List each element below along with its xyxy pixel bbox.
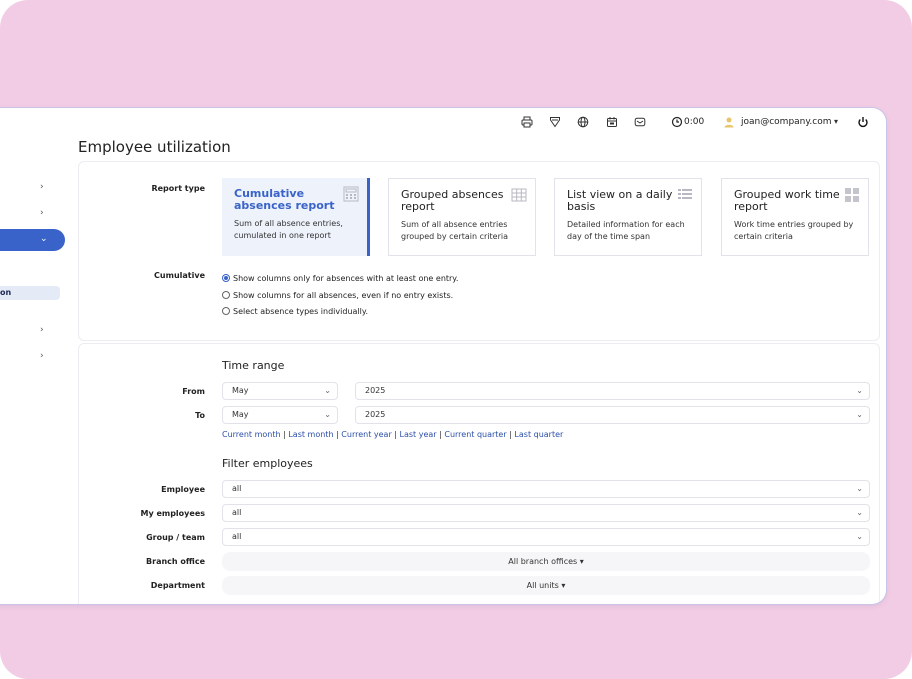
radio-unselected[interactable] (222, 307, 230, 315)
option-label: Show columns for all absences, even if n… (233, 291, 454, 300)
my-employees-select[interactable]: all ⌄ (222, 504, 870, 522)
mail-icon[interactable] (634, 116, 646, 128)
link-last-quarter[interactable]: Last quarter (514, 430, 563, 439)
chevron-down-icon: ⌄ (324, 386, 331, 395)
option-label: Show columns only for absences with at l… (233, 274, 459, 283)
link-last-year[interactable]: Last year (400, 430, 437, 439)
chevron-down-icon: ⌄ (856, 532, 863, 541)
sidebar-item-active[interactable]: ⌄ (0, 229, 65, 251)
employee-select[interactable]: all ⌄ (222, 480, 870, 498)
filter-employees-title: Filter employees (222, 457, 313, 470)
printer-icon[interactable] (521, 116, 533, 128)
select-value: May (232, 386, 249, 395)
background-frame: 0:00 joan@company.com ▾ › › ⌄ on › › Emp… (0, 0, 912, 679)
report-tile-cumulative[interactable]: Cumulative absences report Sum of all ab… (222, 178, 370, 256)
list-icon (677, 187, 693, 203)
cumulative-option-1[interactable]: Show columns only for absences with at l… (222, 273, 458, 284)
page-title: Employee utilization (78, 138, 231, 156)
calendar-icon[interactable] (606, 116, 618, 128)
report-tile-desc: Detailed information for each day of the… (567, 220, 685, 241)
user-email[interactable]: joan@company.com (741, 116, 832, 128)
sidebar-subitem-active[interactable]: on (0, 286, 60, 300)
from-label: From (182, 387, 205, 396)
report-tile-desc: Sum of all absence entries, cumulated in… (234, 219, 343, 240)
my-employees-label: My employees (140, 509, 205, 518)
table-icon (511, 187, 527, 203)
cumulative-option-2[interactable]: Show columns for all absences, even if n… (222, 290, 453, 301)
sidebar-expand-icon[interactable]: › (40, 325, 44, 335)
radio-unselected[interactable] (222, 291, 230, 299)
user-menu-caret-icon[interactable]: ▾ (834, 116, 846, 128)
app-window: 0:00 joan@company.com ▾ › › ⌄ on › › Emp… (0, 108, 886, 604)
select-value: 2025 (365, 410, 386, 419)
radio-selected[interactable] (222, 274, 230, 282)
calculator-icon (343, 186, 359, 202)
chevron-down-icon: ⌄ (856, 508, 863, 517)
report-tile-desc: Work time entries grouped by certain cri… (734, 220, 854, 241)
report-type-label: Report type (151, 184, 205, 193)
department-dropdown[interactable]: All units ▾ (222, 576, 870, 595)
caret-down-icon: ▾ (561, 581, 566, 590)
user-icon (723, 116, 735, 128)
report-tile-daily-list[interactable]: List view on a daily basis Detailed info… (554, 178, 702, 256)
group-team-select[interactable]: all ⌄ (222, 528, 870, 546)
department-label: Department (150, 581, 205, 590)
link-last-month[interactable]: Last month (288, 430, 333, 439)
option-label: Select absence types individually. (233, 307, 368, 316)
chevron-down-icon: ⌄ (40, 234, 48, 244)
select-value: May (232, 410, 249, 419)
select-value: all (232, 484, 242, 493)
report-tile-title: Grouped work time report (734, 188, 840, 213)
to-month-select[interactable]: May ⌄ (222, 406, 338, 424)
select-value: all (232, 532, 242, 541)
sidebar: › › ⌄ on › › (0, 136, 66, 604)
report-tile-desc: Sum of all absence entries grouped by ce… (401, 220, 508, 241)
group-team-label: Group / team (146, 533, 205, 542)
report-tile-title: Cumulative absences report (234, 187, 335, 212)
filter-icon[interactable] (549, 116, 561, 128)
select-value: 2025 (365, 386, 386, 395)
report-tile-title: List view on a daily basis (567, 188, 673, 213)
dropdown-value: All branch offices (508, 557, 578, 566)
from-month-select[interactable]: May ⌄ (222, 382, 338, 400)
branch-office-dropdown[interactable]: All branch offices ▾ (222, 552, 870, 571)
clock-icon (671, 116, 683, 128)
report-tile-title: Grouped absences report (401, 188, 504, 213)
link-current-month[interactable]: Current month (222, 430, 281, 439)
dropdown-value: All units (526, 581, 559, 590)
chevron-down-icon: ⌄ (324, 410, 331, 419)
to-year-select[interactable]: 2025 ⌄ (355, 406, 870, 424)
branch-office-label: Branch office (146, 557, 205, 566)
time-range-quick-links: Current month | Last month | Current yea… (222, 430, 564, 439)
grid-icon (844, 187, 860, 203)
globe-icon[interactable] (577, 116, 589, 128)
to-label: To (195, 411, 205, 420)
cumulative-option-3[interactable]: Select absence types individually. (222, 306, 368, 317)
link-current-year[interactable]: Current year (341, 430, 391, 439)
time-tracker-display[interactable]: 0:00 (684, 116, 704, 128)
report-tile-grouped-worktime[interactable]: Grouped work time report Work time entri… (721, 178, 869, 256)
top-bar: 0:00 joan@company.com ▾ (0, 108, 886, 136)
time-range-title: Time range (222, 359, 285, 372)
chevron-down-icon: ⌄ (856, 484, 863, 493)
sidebar-expand-icon[interactable]: › (40, 208, 44, 218)
sidebar-expand-icon[interactable]: › (40, 182, 44, 192)
link-current-quarter[interactable]: Current quarter (444, 430, 506, 439)
chevron-down-icon: ⌄ (856, 410, 863, 419)
cumulative-label: Cumulative (154, 271, 205, 280)
report-tile-grouped-absences[interactable]: Grouped absences report Sum of all absen… (388, 178, 536, 256)
chevron-down-icon: ⌄ (856, 386, 863, 395)
employee-label: Employee (161, 485, 205, 494)
sidebar-expand-icon[interactable]: › (40, 351, 44, 361)
from-year-select[interactable]: 2025 ⌄ (355, 382, 870, 400)
power-icon[interactable] (857, 116, 869, 128)
select-value: all (232, 508, 242, 517)
caret-down-icon: ▾ (579, 557, 584, 566)
